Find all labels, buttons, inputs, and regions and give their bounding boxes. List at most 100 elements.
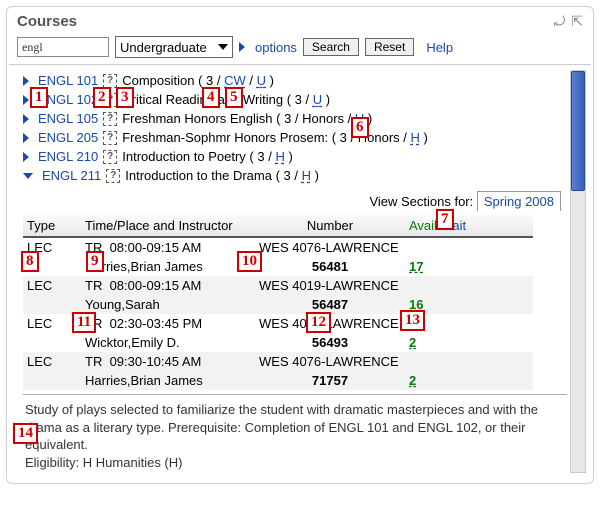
course-row[interactable]: ENGL 105? Freshman Honors English ( 3 / H… <box>23 109 567 128</box>
col-number: Number <box>255 215 405 237</box>
search-button[interactable]: Search <box>303 38 359 56</box>
chevron-down-icon <box>23 173 33 179</box>
avail-link[interactable]: 2 <box>409 373 416 388</box>
col-avail: Avail/Wait <box>405 215 533 237</box>
wait-header: Wait <box>441 218 467 233</box>
sections-table: Type Time/Place and Instructor Number Av… <box>23 215 533 390</box>
course-code[interactable]: ENGL 211 <box>42 168 101 183</box>
section-time: TR 02:30-03:45 PM <box>81 314 255 333</box>
section-number: 56493 <box>255 333 405 352</box>
attr-link[interactable]: U <box>313 92 322 107</box>
section-row[interactable]: LECTR 02:30-03:45 PMWES 4019-LAWRENCE <box>23 314 533 333</box>
panel-header: Courses ⤾ ⇱ <box>7 7 593 32</box>
section-time: TR 08:00-09:15 AM <box>81 276 255 295</box>
section-avail-cell <box>405 314 533 333</box>
course-code[interactable]: ENGL 105 <box>38 111 98 126</box>
attr-link[interactable]: CW <box>224 73 246 88</box>
section-avail-cell <box>405 276 533 295</box>
toolbar: Undergraduate options Search Reset Help <box>7 32 593 64</box>
section-row[interactable]: LECTR 09:30-10:45 AMWES 4076-LAWRENCE <box>23 352 533 371</box>
section-instructor: Wicktor,Emily D. <box>81 333 255 352</box>
section-type: LEC <box>23 314 81 333</box>
course-list: ENGL 101?Composition ( 3 / CW / U )ENGL … <box>9 69 591 189</box>
search-input[interactable] <box>17 37 109 57</box>
course-code[interactable]: ENGL 205 <box>38 130 98 145</box>
section-row-2: Young,Sarah56487 16 <box>23 295 533 314</box>
section-number: 56481 <box>255 257 405 276</box>
help-icon[interactable]: ? <box>106 169 120 183</box>
view-sections-label: View Sections for: <box>369 194 473 209</box>
course-row[interactable]: ENGL 210? Introduction to Poetry ( 3 / H … <box>23 147 567 166</box>
level-select-label: Undergraduate <box>120 40 207 55</box>
attr-link[interactable]: U <box>355 111 364 126</box>
course-row[interactable]: ENGL 102? Critical Reading and Writing ( … <box>23 90 567 109</box>
sections-header-row: Type Time/Place and Instructor Number Av… <box>23 215 533 237</box>
scrollbar[interactable] <box>570 70 586 473</box>
section-instructor: Harries,Brian James <box>81 257 255 276</box>
section-time: TR 09:30-10:45 AM <box>81 352 255 371</box>
expand-icon <box>239 42 245 52</box>
section-row[interactable]: LECTR 08:00-09:15 AMWES 4019-LAWRENCE <box>23 276 533 295</box>
section-instructor: Young,Sarah <box>81 295 255 314</box>
course-code[interactable]: ENGL 210 <box>38 149 98 164</box>
course-row[interactable]: ENGL 205? Freshman-Sophmr Honors Prosem: … <box>23 128 567 147</box>
help-icon[interactable]: ? <box>103 112 117 126</box>
reset-button[interactable]: Reset <box>365 38 414 56</box>
course-title: Freshman-Sophmr Honors Prosem: ( 3 / Hon… <box>122 130 428 145</box>
course-title: Critical Reading and Writing ( 3 / U ) <box>122 92 330 107</box>
section-type: LEC <box>23 352 81 371</box>
refresh-icon[interactable]: ⤾ <box>554 13 566 30</box>
page-title: Courses <box>17 13 77 30</box>
chevron-right-icon <box>23 76 29 86</box>
header-icons: ⤾ ⇱ <box>554 13 583 30</box>
courses-panel: Courses ⤾ ⇱ Undergraduate options Search… <box>6 6 594 484</box>
section-number: 71757 <box>255 371 405 390</box>
section-instructor: Harries,Brian James <box>81 371 255 390</box>
col-time: Time/Place and Instructor <box>81 215 255 237</box>
view-sections-bar: View Sections for: Spring 2008 <box>9 189 591 213</box>
help-icon[interactable]: ? <box>103 74 117 88</box>
chevron-right-icon <box>23 152 29 162</box>
course-title: Freshman Honors English ( 3 / Honors / U… <box>122 111 372 126</box>
description-eligibility: Eligibility: H Humanities (H) <box>25 454 565 472</box>
course-code[interactable]: ENGL 102 <box>38 92 98 107</box>
description-body: Study of plays selected to familiarize t… <box>25 401 565 454</box>
course-row[interactable]: ENGL 101? Composition ( 3 / CW / U ) <box>23 71 567 90</box>
avail-link[interactable]: 17 <box>409 259 423 274</box>
scrollbar-thumb[interactable] <box>571 71 585 191</box>
level-select[interactable]: Undergraduate <box>115 36 233 58</box>
content-area: ENGL 101?Composition ( 3 / CW / U )ENGL … <box>9 64 591 473</box>
section-time: TR 08:00-09:15 AM <box>81 237 255 257</box>
course-code[interactable]: ENGL 101 <box>38 73 98 88</box>
help-icon[interactable]: ? <box>103 150 117 164</box>
section-loc: WES 4076-LAWRENCE <box>255 352 405 371</box>
chevron-right-icon <box>23 133 29 143</box>
avail-link[interactable]: 16 <box>409 297 423 312</box>
section-avail-cell <box>405 352 533 371</box>
section-type: LEC <box>23 276 81 295</box>
help-link[interactable]: Help <box>426 40 453 55</box>
help-icon[interactable]: ? <box>103 93 117 107</box>
attr-link[interactable]: H <box>275 149 284 164</box>
section-row[interactable]: LECTR 08:00-09:15 AMWES 4076-LAWRENCE <box>23 237 533 257</box>
attr-link[interactable]: H <box>302 168 311 183</box>
help-icon[interactable]: ? <box>103 131 117 145</box>
term-tab[interactable]: Spring 2008 <box>477 191 561 211</box>
section-loc: WES 4019-LAWRENCE <box>255 314 405 333</box>
course-title: Introduction to the Drama ( 3 / H ) <box>125 168 319 183</box>
course-row[interactable]: ENGL 211? Introduction to the Drama ( 3 /… <box>23 166 567 185</box>
course-title: Composition ( 3 / CW / U ) <box>122 73 274 88</box>
popout-icon[interactable]: ⇱ <box>571 13 583 30</box>
chevron-right-icon <box>23 95 29 105</box>
course-title: Introduction to Poetry ( 3 / H ) <box>122 149 293 164</box>
section-row-2: Harries,Brian James56481 17 <box>23 257 533 276</box>
avail-link[interactable]: 2 <box>409 335 416 350</box>
attr-link[interactable]: H <box>411 130 420 145</box>
options-link[interactable]: options <box>255 40 297 55</box>
chevron-down-icon <box>218 44 228 50</box>
course-description: Study of plays selected to familiarize t… <box>23 394 567 473</box>
attr-link[interactable]: U <box>257 73 266 88</box>
section-loc: WES 4019-LAWRENCE <box>255 276 405 295</box>
section-type: LEC <box>23 237 81 257</box>
section-number: 56487 <box>255 295 405 314</box>
